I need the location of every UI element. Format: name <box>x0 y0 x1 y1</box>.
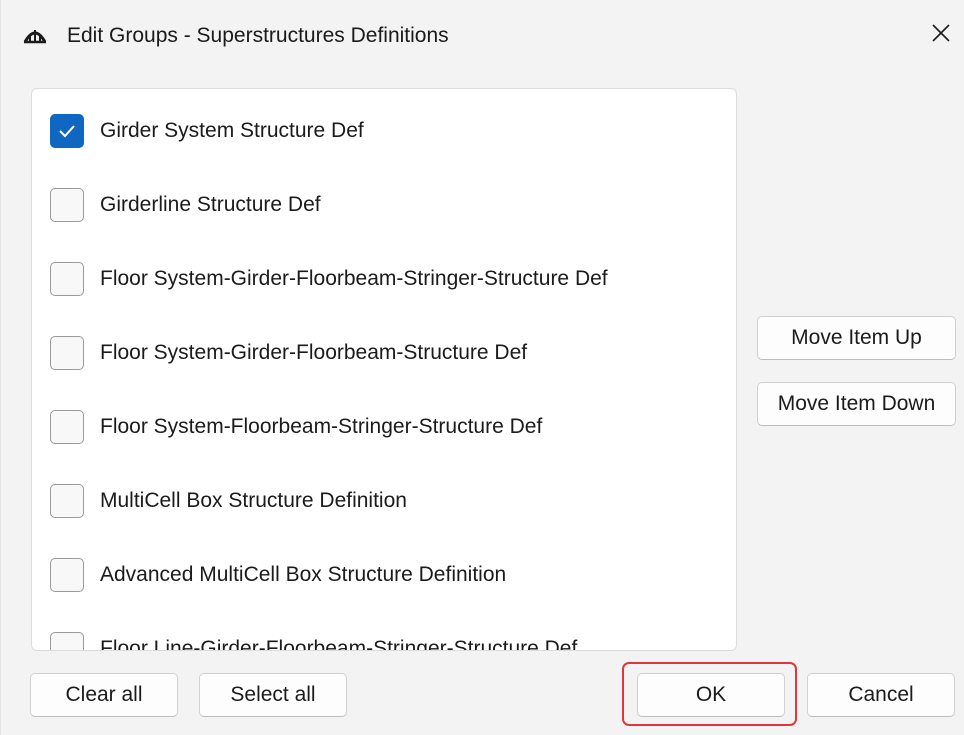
move-item-up-button[interactable]: Move Item Up <box>757 316 956 360</box>
list-item[interactable]: Advanced MultiCell Box Structure Definit… <box>50 550 710 600</box>
cancel-button[interactable]: Cancel <box>807 673 955 717</box>
checkbox[interactable] <box>50 484 84 518</box>
list-item-label: MultiCell Box Structure Definition <box>100 489 407 512</box>
edit-groups-dialog: Edit Groups - Superstructures Definition… <box>0 0 964 735</box>
clear-all-button[interactable]: Clear all <box>30 673 178 717</box>
list-item-label: Girder System Structure Def <box>100 119 364 142</box>
list-item[interactable]: Girderline Structure Def <box>50 180 710 230</box>
list-item-label: Girderline Structure Def <box>100 193 321 216</box>
select-all-button[interactable]: Select all <box>199 673 347 717</box>
list-item-label: Floor System-Floorbeam-Stringer-Structur… <box>100 415 543 438</box>
checkbox[interactable] <box>50 632 84 650</box>
bridge-icon <box>23 24 47 46</box>
checkbox[interactable] <box>50 336 84 370</box>
list-item-label: Floor Line-Girder-Floorbeam-Stringer-Str… <box>100 637 578 651</box>
list-item[interactable]: Floor System-Girder-Floorbeam-Structure … <box>50 328 710 378</box>
list-item-label: Advanced MultiCell Box Structure Definit… <box>100 563 507 586</box>
list-item[interactable]: Girder System Structure Def <box>50 106 710 156</box>
list-item[interactable]: MultiCell Box Structure Definition <box>50 476 710 526</box>
superstructure-definitions-list[interactable]: Girder System Structure Def Girderline S… <box>31 88 737 651</box>
move-item-down-button[interactable]: Move Item Down <box>757 382 956 426</box>
checkbox[interactable] <box>50 262 84 296</box>
checkbox[interactable] <box>50 410 84 444</box>
window-title: Edit Groups - Superstructures Definition… <box>67 24 449 47</box>
list-item[interactable]: Floor System-Floorbeam-Stringer-Structur… <box>50 402 710 452</box>
list-item[interactable]: Floor System-Girder-Floorbeam-Stringer-S… <box>50 254 710 304</box>
ok-button[interactable]: OK <box>637 673 785 717</box>
title-bar: Edit Groups - Superstructures Definition… <box>1 0 964 72</box>
checkbox[interactable] <box>50 188 84 222</box>
list-item-label: Floor System-Girder-Floorbeam-Structure … <box>100 341 528 364</box>
checkbox-checked[interactable] <box>50 114 84 148</box>
close-button[interactable] <box>921 18 961 52</box>
list-item[interactable]: Floor Line-Girder-Floorbeam-Stringer-Str… <box>50 624 710 651</box>
list-item-label: Floor System-Girder-Floorbeam-Stringer-S… <box>100 267 608 290</box>
checkbox[interactable] <box>50 558 84 592</box>
close-icon <box>931 23 951 48</box>
checkmark-icon <box>59 125 75 138</box>
